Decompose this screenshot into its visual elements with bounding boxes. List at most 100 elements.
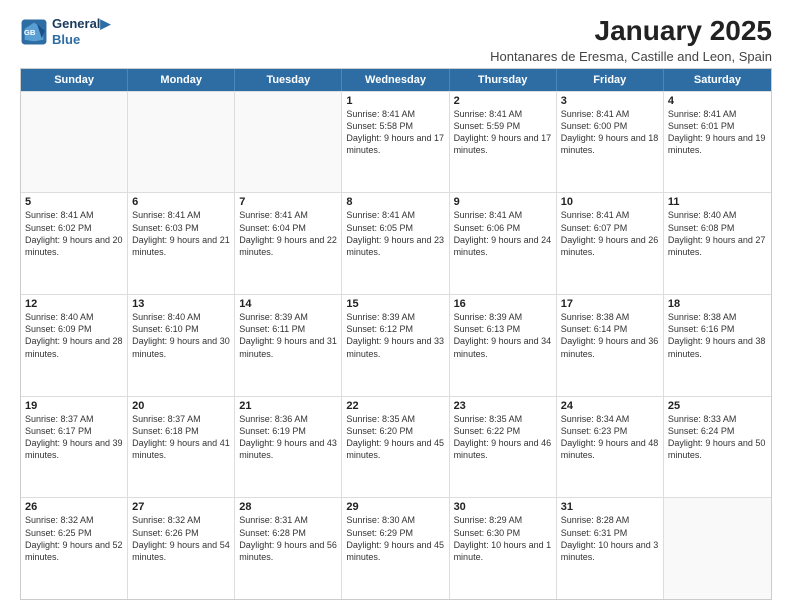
day-cell-29: 29Sunrise: 8:30 AM Sunset: 6:29 PM Dayli… (342, 498, 449, 599)
day-number: 14 (239, 298, 337, 310)
empty-cell (21, 92, 128, 193)
day-cell-16: 16Sunrise: 8:39 AM Sunset: 6:13 PM Dayli… (450, 295, 557, 396)
day-number: 13 (132, 298, 230, 310)
day-info: Sunrise: 8:41 AM Sunset: 6:00 PM Dayligh… (561, 108, 659, 157)
day-cell-5: 5Sunrise: 8:41 AM Sunset: 6:02 PM Daylig… (21, 193, 128, 294)
week-row-1: 1Sunrise: 8:41 AM Sunset: 5:58 PM Daylig… (21, 91, 771, 193)
day-info: Sunrise: 8:32 AM Sunset: 6:26 PM Dayligh… (132, 514, 230, 563)
day-number: 3 (561, 95, 659, 107)
day-info: Sunrise: 8:28 AM Sunset: 6:31 PM Dayligh… (561, 514, 659, 563)
main-title: January 2025 (490, 16, 772, 47)
day-cell-20: 20Sunrise: 8:37 AM Sunset: 6:18 PM Dayli… (128, 397, 235, 498)
day-number: 29 (346, 501, 444, 513)
day-info: Sunrise: 8:30 AM Sunset: 6:29 PM Dayligh… (346, 514, 444, 563)
day-number: 31 (561, 501, 659, 513)
day-info: Sunrise: 8:41 AM Sunset: 6:06 PM Dayligh… (454, 209, 552, 258)
day-number: 19 (25, 400, 123, 412)
day-number: 8 (346, 196, 444, 208)
header-day-saturday: Saturday (664, 69, 771, 91)
empty-cell (664, 498, 771, 599)
day-number: 25 (668, 400, 767, 412)
day-number: 15 (346, 298, 444, 310)
day-cell-2: 2Sunrise: 8:41 AM Sunset: 5:59 PM Daylig… (450, 92, 557, 193)
day-number: 5 (25, 196, 123, 208)
empty-cell (235, 92, 342, 193)
logo-icon: GB (20, 18, 48, 46)
header-day-friday: Friday (557, 69, 664, 91)
day-number: 6 (132, 196, 230, 208)
day-cell-4: 4Sunrise: 8:41 AM Sunset: 6:01 PM Daylig… (664, 92, 771, 193)
header-day-monday: Monday (128, 69, 235, 91)
day-cell-26: 26Sunrise: 8:32 AM Sunset: 6:25 PM Dayli… (21, 498, 128, 599)
day-cell-22: 22Sunrise: 8:35 AM Sunset: 6:20 PM Dayli… (342, 397, 449, 498)
day-cell-23: 23Sunrise: 8:35 AM Sunset: 6:22 PM Dayli… (450, 397, 557, 498)
day-cell-17: 17Sunrise: 8:38 AM Sunset: 6:14 PM Dayli… (557, 295, 664, 396)
day-cell-19: 19Sunrise: 8:37 AM Sunset: 6:17 PM Dayli… (21, 397, 128, 498)
day-number: 30 (454, 501, 552, 513)
day-cell-11: 11Sunrise: 8:40 AM Sunset: 6:08 PM Dayli… (664, 193, 771, 294)
day-info: Sunrise: 8:35 AM Sunset: 6:22 PM Dayligh… (454, 413, 552, 462)
day-cell-25: 25Sunrise: 8:33 AM Sunset: 6:24 PM Dayli… (664, 397, 771, 498)
day-number: 21 (239, 400, 337, 412)
day-number: 23 (454, 400, 552, 412)
day-cell-31: 31Sunrise: 8:28 AM Sunset: 6:31 PM Dayli… (557, 498, 664, 599)
svg-text:GB: GB (24, 28, 36, 37)
day-cell-3: 3Sunrise: 8:41 AM Sunset: 6:00 PM Daylig… (557, 92, 664, 193)
logo: GB General▶ Blue (20, 16, 110, 47)
day-number: 12 (25, 298, 123, 310)
week-row-2: 5Sunrise: 8:41 AM Sunset: 6:02 PM Daylig… (21, 192, 771, 294)
day-info: Sunrise: 8:41 AM Sunset: 5:59 PM Dayligh… (454, 108, 552, 157)
day-number: 22 (346, 400, 444, 412)
day-info: Sunrise: 8:39 AM Sunset: 6:12 PM Dayligh… (346, 311, 444, 360)
day-info: Sunrise: 8:41 AM Sunset: 6:07 PM Dayligh… (561, 209, 659, 258)
day-cell-21: 21Sunrise: 8:36 AM Sunset: 6:19 PM Dayli… (235, 397, 342, 498)
day-info: Sunrise: 8:41 AM Sunset: 6:02 PM Dayligh… (25, 209, 123, 258)
day-cell-18: 18Sunrise: 8:38 AM Sunset: 6:16 PM Dayli… (664, 295, 771, 396)
day-number: 20 (132, 400, 230, 412)
day-info: Sunrise: 8:41 AM Sunset: 6:04 PM Dayligh… (239, 209, 337, 258)
day-number: 10 (561, 196, 659, 208)
day-info: Sunrise: 8:40 AM Sunset: 6:10 PM Dayligh… (132, 311, 230, 360)
week-row-3: 12Sunrise: 8:40 AM Sunset: 6:09 PM Dayli… (21, 294, 771, 396)
day-number: 11 (668, 196, 767, 208)
day-cell-10: 10Sunrise: 8:41 AM Sunset: 6:07 PM Dayli… (557, 193, 664, 294)
day-number: 24 (561, 400, 659, 412)
day-info: Sunrise: 8:34 AM Sunset: 6:23 PM Dayligh… (561, 413, 659, 462)
day-info: Sunrise: 8:39 AM Sunset: 6:13 PM Dayligh… (454, 311, 552, 360)
day-cell-9: 9Sunrise: 8:41 AM Sunset: 6:06 PM Daylig… (450, 193, 557, 294)
day-info: Sunrise: 8:38 AM Sunset: 6:16 PM Dayligh… (668, 311, 767, 360)
day-info: Sunrise: 8:41 AM Sunset: 6:01 PM Dayligh… (668, 108, 767, 157)
day-number: 16 (454, 298, 552, 310)
day-info: Sunrise: 8:37 AM Sunset: 6:18 PM Dayligh… (132, 413, 230, 462)
day-info: Sunrise: 8:37 AM Sunset: 6:17 PM Dayligh… (25, 413, 123, 462)
day-number: 18 (668, 298, 767, 310)
day-info: Sunrise: 8:36 AM Sunset: 6:19 PM Dayligh… (239, 413, 337, 462)
day-info: Sunrise: 8:32 AM Sunset: 6:25 PM Dayligh… (25, 514, 123, 563)
day-cell-24: 24Sunrise: 8:34 AM Sunset: 6:23 PM Dayli… (557, 397, 664, 498)
week-row-5: 26Sunrise: 8:32 AM Sunset: 6:25 PM Dayli… (21, 497, 771, 599)
subtitle: Hontanares de Eresma, Castille and Leon,… (490, 49, 772, 64)
day-number: 27 (132, 501, 230, 513)
day-cell-27: 27Sunrise: 8:32 AM Sunset: 6:26 PM Dayli… (128, 498, 235, 599)
day-number: 9 (454, 196, 552, 208)
header: GB General▶ Blue January 2025 Hontanares… (20, 16, 772, 64)
day-info: Sunrise: 8:41 AM Sunset: 6:05 PM Dayligh… (346, 209, 444, 258)
header-day-thursday: Thursday (450, 69, 557, 91)
day-info: Sunrise: 8:35 AM Sunset: 6:20 PM Dayligh… (346, 413, 444, 462)
day-number: 2 (454, 95, 552, 107)
calendar-header: SundayMondayTuesdayWednesdayThursdayFrid… (21, 69, 771, 91)
logo-text: General▶ Blue (52, 16, 110, 47)
header-day-tuesday: Tuesday (235, 69, 342, 91)
day-info: Sunrise: 8:38 AM Sunset: 6:14 PM Dayligh… (561, 311, 659, 360)
day-cell-6: 6Sunrise: 8:41 AM Sunset: 6:03 PM Daylig… (128, 193, 235, 294)
day-cell-30: 30Sunrise: 8:29 AM Sunset: 6:30 PM Dayli… (450, 498, 557, 599)
day-cell-15: 15Sunrise: 8:39 AM Sunset: 6:12 PM Dayli… (342, 295, 449, 396)
page: GB General▶ Blue January 2025 Hontanares… (0, 0, 792, 612)
week-row-4: 19Sunrise: 8:37 AM Sunset: 6:17 PM Dayli… (21, 396, 771, 498)
day-info: Sunrise: 8:40 AM Sunset: 6:08 PM Dayligh… (668, 209, 767, 258)
day-cell-12: 12Sunrise: 8:40 AM Sunset: 6:09 PM Dayli… (21, 295, 128, 396)
day-info: Sunrise: 8:41 AM Sunset: 5:58 PM Dayligh… (346, 108, 444, 157)
day-number: 4 (668, 95, 767, 107)
day-info: Sunrise: 8:41 AM Sunset: 6:03 PM Dayligh… (132, 209, 230, 258)
day-number: 26 (25, 501, 123, 513)
